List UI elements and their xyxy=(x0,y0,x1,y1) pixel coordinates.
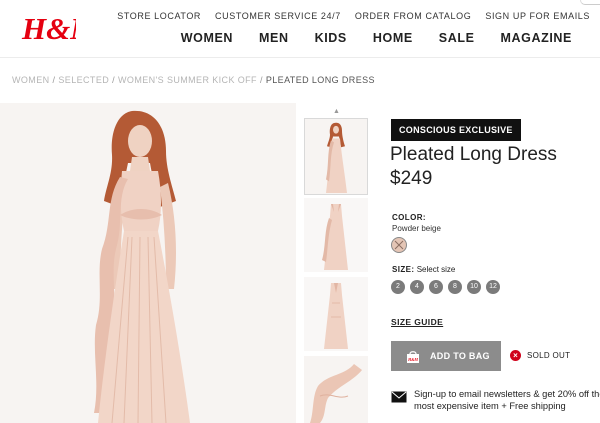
color-value: Powder beige xyxy=(392,224,441,233)
util-nav-store-locator[interactable]: STORE LOCATOR xyxy=(117,11,201,21)
size-label: SIZE: xyxy=(392,265,415,274)
size-guide-link[interactable]: SIZE GUIDE xyxy=(391,317,443,327)
breadcrumb-selected[interactable]: SELECTED xyxy=(58,75,109,85)
close-circle-icon: × xyxy=(510,350,521,361)
nav-sale[interactable]: SALE xyxy=(439,31,475,45)
util-nav-customer-service[interactable]: CUSTOMER SERVICE 24/7 xyxy=(215,11,341,21)
newsletter-promo-text: Sign-up to email newsletters & get 20% o… xyxy=(414,389,600,411)
breadcrumb-summer-kick-off[interactable]: WOMEN'S SUMMER KICK OFF xyxy=(118,75,257,85)
nav-magazine[interactable]: MAGAZINE xyxy=(501,31,572,45)
nav-women[interactable]: WOMEN xyxy=(181,31,233,45)
size-options: 2 4 6 8 10 12 xyxy=(391,280,505,294)
util-nav-order-catalog[interactable]: ORDER FROM CATALOG xyxy=(355,11,471,21)
breadcrumb-separator: / xyxy=(259,75,263,85)
add-to-bag-button[interactable]: H&M ADD TO BAG xyxy=(391,341,501,371)
breadcrumb-separator: / xyxy=(112,75,116,85)
size-prompt: Select size xyxy=(416,265,456,274)
size-option-6[interactable]: 6 xyxy=(429,280,443,294)
svg-text:H&M: H&M xyxy=(407,357,418,362)
nav-men[interactable]: MEN xyxy=(259,31,289,45)
breadcrumb-current: PLEATED LONG DRESS xyxy=(265,75,375,85)
size-option-12[interactable]: 12 xyxy=(486,280,500,294)
thumbnail-2[interactable] xyxy=(304,198,368,272)
header-divider xyxy=(0,57,600,58)
breadcrumb: WOMEN / SELECTED / WOMEN'S SUMMER KICK OFF / P… xyxy=(12,75,375,85)
thumbnail-1[interactable] xyxy=(304,118,368,195)
size-option-10[interactable]: 10 xyxy=(467,280,481,294)
add-to-bag-label: ADD TO BAG xyxy=(430,351,490,361)
product-title: Pleated Long Dress xyxy=(390,144,557,165)
thumbnail-image xyxy=(305,119,367,194)
nav-home[interactable]: HOME xyxy=(373,31,413,45)
size-row: SIZE: Select size xyxy=(392,265,455,274)
color-swatch-powder-beige[interactable] xyxy=(391,237,407,253)
thumbnail-image xyxy=(304,198,368,272)
util-nav-sign-up-emails[interactable]: SIGN UP FOR EMAILS xyxy=(485,11,590,21)
size-option-8[interactable]: 8 xyxy=(448,280,462,294)
main-nav: WOMEN MEN KIDS HOME SALE MAGAZINE xyxy=(181,31,572,45)
newsletter-promo[interactable]: Sign-up to email newsletters & get 20% o… xyxy=(391,388,600,412)
shopping-bag-icon: H&M xyxy=(407,350,419,363)
chevron-up-icon[interactable]: ▲ xyxy=(333,108,340,115)
utility-nav: STORE LOCATOR CUSTOMER SERVICE 24/7 ORDE… xyxy=(103,11,590,21)
size-option-4[interactable]: 4 xyxy=(410,280,424,294)
thumbnail-4[interactable] xyxy=(304,356,368,423)
conscious-exclusive-badge: CONSCIOUS EXCLUSIVE xyxy=(391,119,521,141)
hm-logo[interactable]: H&M xyxy=(20,8,99,48)
unavailable-slash-icon xyxy=(394,240,404,250)
thumbnail-image xyxy=(304,356,368,423)
account-corner-icon[interactable] xyxy=(580,0,600,5)
dress-model-photo xyxy=(0,103,296,423)
thumbnail-image xyxy=(304,277,368,351)
color-label: COLOR: xyxy=(392,213,426,222)
sold-out-label: SOLD OUT xyxy=(527,351,571,360)
thumbnail-3[interactable] xyxy=(304,277,368,351)
hm-logo-text: H&M xyxy=(21,11,76,46)
availability-status: × SOLD OUT xyxy=(510,350,570,361)
product-main-image[interactable] xyxy=(0,103,296,423)
nav-kids[interactable]: KIDS xyxy=(315,31,347,45)
size-option-2[interactable]: 2 xyxy=(391,280,405,294)
breadcrumb-women[interactable]: WOMEN xyxy=(12,75,50,85)
breadcrumb-separator: / xyxy=(52,75,56,85)
envelope-icon xyxy=(391,391,407,403)
product-price: $249 xyxy=(390,168,433,189)
